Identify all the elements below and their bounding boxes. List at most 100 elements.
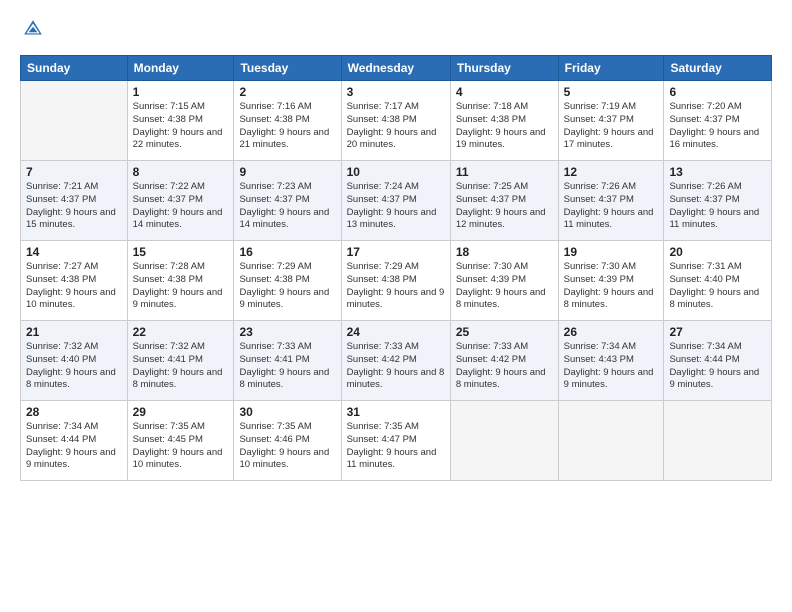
day-number: 4 (456, 85, 553, 99)
calendar: SundayMondayTuesdayWednesdayThursdayFrid… (20, 55, 772, 481)
calendar-day-cell: 1Sunrise: 7:15 AMSunset: 4:38 PMDaylight… (127, 81, 234, 161)
calendar-day-cell: 17 Sunrise: 7:29 AMSunset: 4:38 PMDayligh… (341, 241, 450, 321)
calendar-day-cell (450, 401, 558, 481)
day-info: Sunrise: 7:28 AMSunset: 4:38 PMDaylight:… (133, 261, 229, 312)
calendar-day-cell: 28 Sunrise: 7:34 AMSunset: 4:44 PMDayligh… (21, 401, 128, 481)
day-number: 17 (347, 245, 445, 259)
weekday-header: Sunday (21, 56, 128, 81)
weekday-header: Tuesday (234, 56, 341, 81)
calendar-day-cell: 6 Sunrise: 7:20 AMSunset: 4:37 PMDaylight… (664, 81, 772, 161)
day-number: 15 (133, 245, 229, 259)
day-info: Sunrise: 7:33 AMSunset: 4:42 PMDaylight:… (456, 341, 553, 392)
day-number: 11 (456, 165, 553, 179)
day-info: Sunrise: 7:30 AMSunset: 4:39 PMDaylight:… (564, 261, 659, 312)
calendar-week-row: 1Sunrise: 7:15 AMSunset: 4:38 PMDaylight… (21, 81, 772, 161)
calendar-day-cell (21, 81, 128, 161)
day-number: 28 (26, 405, 122, 419)
day-number: 22 (133, 325, 229, 339)
calendar-day-cell: 9 Sunrise: 7:23 AMSunset: 4:37 PMDaylight… (234, 161, 341, 241)
day-number: 29 (133, 405, 229, 419)
day-info: Sunrise: 7:16 AMSunset: 4:38 PMDaylight:… (239, 101, 335, 152)
calendar-day-cell: 5 Sunrise: 7:19 AMSunset: 4:37 PMDaylight… (558, 81, 664, 161)
weekday-header: Saturday (664, 56, 772, 81)
day-number: 7 (26, 165, 122, 179)
day-number: 2 (239, 85, 335, 99)
day-info: Sunrise: 7:18 AMSunset: 4:38 PMDaylight:… (456, 101, 553, 152)
day-number: 9 (239, 165, 335, 179)
calendar-day-cell: 4 Sunrise: 7:18 AMSunset: 4:38 PMDaylight… (450, 81, 558, 161)
calendar-day-cell: 10 Sunrise: 7:24 AMSunset: 4:37 PMDayligh… (341, 161, 450, 241)
day-number: 12 (564, 165, 659, 179)
weekday-header: Wednesday (341, 56, 450, 81)
day-info: Sunrise: 7:19 AMSunset: 4:37 PMDaylight:… (564, 101, 659, 152)
logo (20, 18, 44, 45)
day-info: Sunrise: 7:26 AMSunset: 4:37 PMDaylight:… (564, 181, 659, 232)
day-info: Sunrise: 7:34 AMSunset: 4:43 PMDaylight:… (564, 341, 659, 392)
day-info: Sunrise: 7:29 AMSunset: 4:38 PMDaylight:… (239, 261, 335, 312)
day-number: 5 (564, 85, 659, 99)
weekday-header: Monday (127, 56, 234, 81)
day-info: Sunrise: 7:33 AMSunset: 4:42 PMDaylight:… (347, 341, 445, 392)
weekday-header: Thursday (450, 56, 558, 81)
calendar-day-cell: 21 Sunrise: 7:32 AMSunset: 4:40 PMDayligh… (21, 321, 128, 401)
calendar-day-cell: 11 Sunrise: 7:25 AMSunset: 4:37 PMDayligh… (450, 161, 558, 241)
calendar-day-cell: 20 Sunrise: 7:31 AMSunset: 4:40 PMDayligh… (664, 241, 772, 321)
day-number: 24 (347, 325, 445, 339)
calendar-header-row: SundayMondayTuesdayWednesdayThursdayFrid… (21, 56, 772, 81)
calendar-day-cell: 29Sunrise: 7:35 AMSunset: 4:45 PMDayligh… (127, 401, 234, 481)
day-info: Sunrise: 7:35 AMSunset: 4:47 PMDaylight:… (347, 421, 445, 472)
day-info: Sunrise: 7:26 AMSunset: 4:37 PMDaylight:… (669, 181, 766, 232)
weekday-header: Friday (558, 56, 664, 81)
calendar-day-cell: 16 Sunrise: 7:29 AMSunset: 4:38 PMDayligh… (234, 241, 341, 321)
calendar-day-cell: 31Sunrise: 7:35 AMSunset: 4:47 PMDayligh… (341, 401, 450, 481)
day-number: 18 (456, 245, 553, 259)
day-info: Sunrise: 7:34 AMSunset: 4:44 PMDaylight:… (26, 421, 122, 472)
logo-icon (22, 18, 44, 40)
calendar-week-row: 28 Sunrise: 7:34 AMSunset: 4:44 PMDayligh… (21, 401, 772, 481)
day-info: Sunrise: 7:24 AMSunset: 4:37 PMDaylight:… (347, 181, 445, 232)
day-number: 6 (669, 85, 766, 99)
calendar-day-cell: 12 Sunrise: 7:26 AMSunset: 4:37 PMDayligh… (558, 161, 664, 241)
calendar-week-row: 7 Sunrise: 7:21 AMSunset: 4:37 PMDaylight… (21, 161, 772, 241)
day-info: Sunrise: 7:34 AMSunset: 4:44 PMDaylight:… (669, 341, 766, 392)
day-number: 19 (564, 245, 659, 259)
calendar-day-cell: 2 Sunrise: 7:16 AMSunset: 4:38 PMDaylight… (234, 81, 341, 161)
calendar-day-cell: 24 Sunrise: 7:33 AMSunset: 4:42 PMDayligh… (341, 321, 450, 401)
day-number: 3 (347, 85, 445, 99)
calendar-day-cell: 15 Sunrise: 7:28 AMSunset: 4:38 PMDayligh… (127, 241, 234, 321)
calendar-day-cell: 18Sunrise: 7:30 AMSunset: 4:39 PMDayligh… (450, 241, 558, 321)
day-info: Sunrise: 7:33 AMSunset: 4:41 PMDaylight:… (239, 341, 335, 392)
calendar-week-row: 14 Sunrise: 7:27 AMSunset: 4:38 PMDayligh… (21, 241, 772, 321)
day-info: Sunrise: 7:17 AMSunset: 4:38 PMDaylight:… (347, 101, 445, 152)
day-info: Sunrise: 7:32 AMSunset: 4:41 PMDaylight:… (133, 341, 229, 392)
day-info: Sunrise: 7:22 AMSunset: 4:37 PMDaylight:… (133, 181, 229, 232)
calendar-day-cell: 26 Sunrise: 7:34 AMSunset: 4:43 PMDayligh… (558, 321, 664, 401)
page: SundayMondayTuesdayWednesdayThursdayFrid… (0, 0, 792, 612)
day-number: 20 (669, 245, 766, 259)
day-number: 25 (456, 325, 553, 339)
day-number: 21 (26, 325, 122, 339)
calendar-day-cell (558, 401, 664, 481)
day-number: 10 (347, 165, 445, 179)
day-number: 8 (133, 165, 229, 179)
calendar-day-cell: 30Sunrise: 7:35 AMSunset: 4:46 PMDayligh… (234, 401, 341, 481)
calendar-day-cell: 19 Sunrise: 7:30 AMSunset: 4:39 PMDayligh… (558, 241, 664, 321)
day-number: 26 (564, 325, 659, 339)
calendar-day-cell (664, 401, 772, 481)
day-info: Sunrise: 7:31 AMSunset: 4:40 PMDaylight:… (669, 261, 766, 312)
calendar-day-cell: 13Sunrise: 7:26 AMSunset: 4:37 PMDayligh… (664, 161, 772, 241)
day-info: Sunrise: 7:27 AMSunset: 4:38 PMDaylight:… (26, 261, 122, 312)
day-info: Sunrise: 7:21 AMSunset: 4:37 PMDaylight:… (26, 181, 122, 232)
day-number: 14 (26, 245, 122, 259)
day-number: 16 (239, 245, 335, 259)
day-number: 27 (669, 325, 766, 339)
day-info: Sunrise: 7:23 AMSunset: 4:37 PMDaylight:… (239, 181, 335, 232)
day-info: Sunrise: 7:32 AMSunset: 4:40 PMDaylight:… (26, 341, 122, 392)
day-info: Sunrise: 7:20 AMSunset: 4:37 PMDaylight:… (669, 101, 766, 152)
calendar-day-cell: 25 Sunrise: 7:33 AMSunset: 4:42 PMDayligh… (450, 321, 558, 401)
day-info: Sunrise: 7:29 AMSunset: 4:38 PMDaylight:… (347, 261, 445, 312)
calendar-day-cell: 27 Sunrise: 7:34 AMSunset: 4:44 PMDayligh… (664, 321, 772, 401)
day-number: 1 (133, 85, 229, 99)
day-info: Sunrise: 7:25 AMSunset: 4:37 PMDaylight:… (456, 181, 553, 232)
calendar-day-cell: 23Sunrise: 7:33 AMSunset: 4:41 PMDayligh… (234, 321, 341, 401)
